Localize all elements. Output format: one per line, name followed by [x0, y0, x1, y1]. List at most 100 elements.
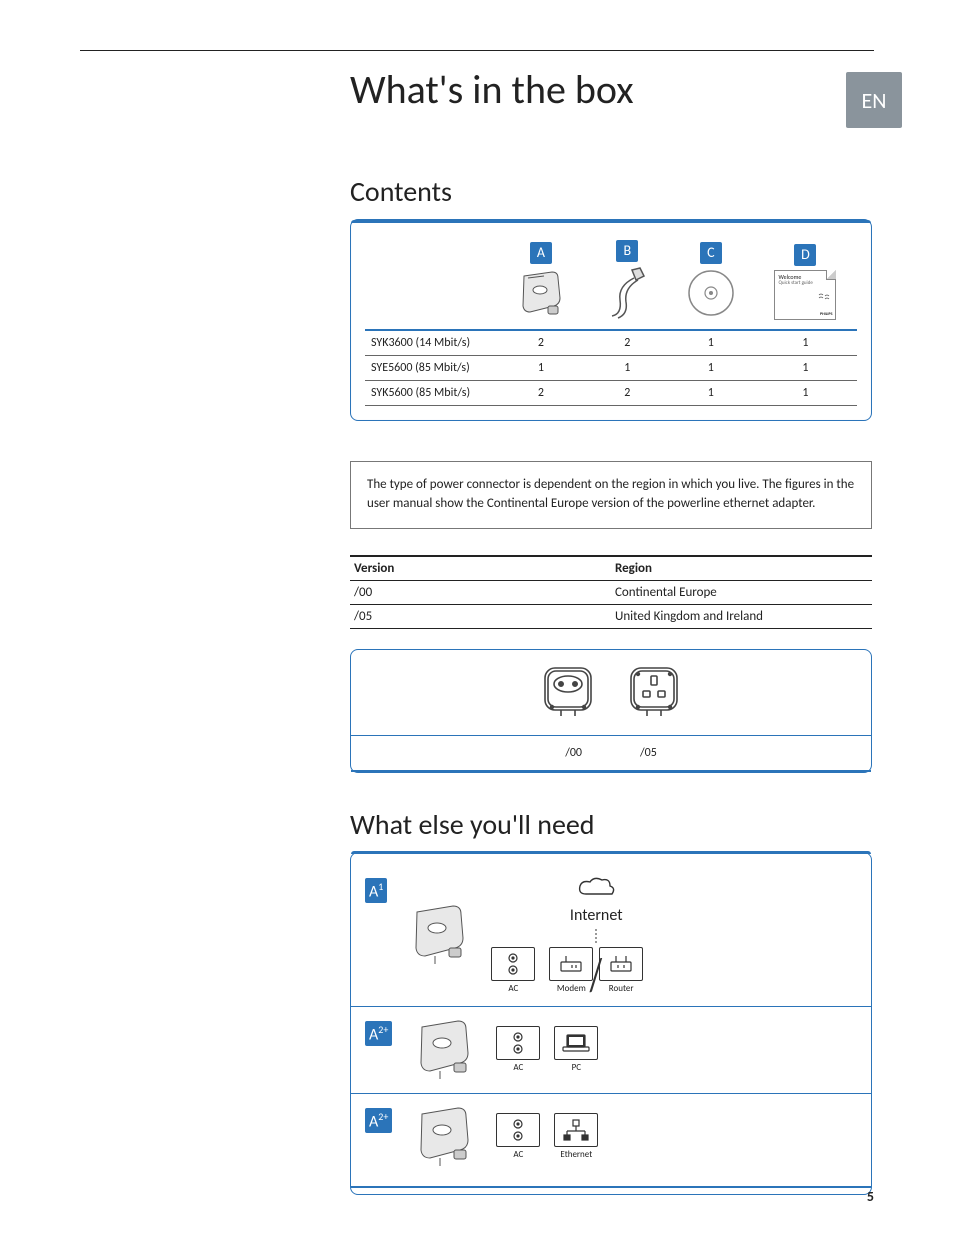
badge-b: B	[616, 240, 638, 262]
section-whatelse-heading: What else you'll need	[350, 807, 872, 842]
ac-outlet-icon: AC	[496, 1113, 540, 1160]
contents-table: A B	[365, 235, 857, 406]
badge-a2b: A2+	[365, 1108, 392, 1133]
contents-header-row: A B	[365, 235, 857, 330]
cell: 1	[495, 356, 587, 381]
needs-row-a1: A1 AC Internet	[365, 864, 857, 1006]
row-label: SYK5600 (85 Mbit/s)	[365, 381, 495, 406]
ac-label: AC	[513, 1062, 523, 1073]
page: What's in the box EN Contents A	[0, 0, 954, 1235]
modem-icon: Modem	[549, 947, 593, 994]
cell: 2	[587, 330, 668, 356]
language-tab: EN	[846, 72, 902, 128]
cell: 1	[668, 381, 754, 406]
col-a: A	[495, 235, 587, 330]
cell: /05	[350, 604, 611, 628]
internet-cloud-icon	[576, 876, 616, 902]
table-row: /00 Continental Europe	[350, 580, 872, 604]
plug-eu-icon	[539, 664, 597, 720]
version-header-row: Version Region	[350, 556, 872, 581]
adapter-icon	[412, 1106, 476, 1168]
cell: 1	[754, 330, 857, 356]
cell: 2	[495, 381, 587, 406]
needs-icons-eth: AC Ethernet	[496, 1113, 598, 1160]
cell: 1	[754, 356, 857, 381]
ac-outlet-icon: AC	[491, 947, 535, 994]
router-icon: Router	[599, 947, 643, 994]
table-row: SYE5600 (85 Mbit/s) 1 1 1 1	[365, 356, 857, 381]
badge-a: A	[530, 242, 552, 264]
col-d: D Welcome Quick start guide PHILIPS	[754, 235, 857, 330]
cell: 2	[495, 330, 587, 356]
cell: 2	[587, 381, 668, 406]
cd-icon	[686, 268, 736, 318]
note-box: The type of power connector is dependent…	[350, 461, 872, 529]
slash-divider: /	[590, 957, 602, 994]
card-divider	[351, 735, 871, 736]
badge-c: C	[700, 242, 722, 264]
content-column: Contents A	[350, 174, 872, 1195]
page-title: What's in the box	[350, 65, 634, 114]
plug-uk	[625, 664, 683, 725]
ac-label: AC	[508, 983, 518, 994]
cell: 1	[668, 330, 754, 356]
cell: 1	[587, 356, 668, 381]
qsg-brand: PHILIPS	[820, 313, 833, 317]
cell: /00	[350, 580, 611, 604]
plug-eu-label: /00	[565, 746, 582, 760]
adapter-icon	[412, 1019, 476, 1081]
cell: United Kingdom and Ireland	[611, 604, 872, 628]
card-accent-bottom	[351, 770, 871, 772]
section-contents-heading: Contents	[350, 174, 872, 209]
plug-uk-label: /05	[640, 746, 657, 760]
adapter-icon	[407, 904, 471, 966]
version-header: Version	[350, 556, 611, 581]
version-table: Version Region /00 Continental Europe /0…	[350, 555, 872, 629]
modem-label: Modem	[557, 983, 586, 994]
ethernet-icon: Ethernet	[554, 1113, 598, 1160]
row-label: SYK3600 (14 Mbit/s)	[365, 330, 495, 356]
card-accent	[351, 220, 871, 223]
dotted-line-icon	[593, 929, 599, 943]
plug-eu	[539, 664, 597, 725]
needs-card: A1 AC Internet	[350, 852, 872, 1195]
internet-label: Internet	[570, 906, 623, 925]
pc-icon: PC	[554, 1026, 598, 1073]
plug-label-row: /00 /05	[365, 740, 857, 760]
needs-row-a2-eth: A2+ AC	[365, 1094, 857, 1180]
badge-a1: A1	[365, 878, 387, 903]
cell: 1	[668, 356, 754, 381]
header-row: What's in the box	[80, 65, 874, 114]
table-row: SYK5600 (85 Mbit/s) 2 2 1 1	[365, 381, 857, 406]
cell: Continental Europe	[611, 580, 872, 604]
qsg-line2: Quick start guide	[778, 281, 832, 287]
col-c: C	[668, 235, 754, 330]
ac-outlet-icon: AC	[496, 1026, 540, 1073]
plug-row	[365, 664, 857, 725]
badge-a2: A2+	[365, 1021, 392, 1046]
needs-icons-pc: AC PC	[496, 1026, 598, 1073]
router-label: Router	[609, 983, 634, 994]
plug-uk-icon	[625, 664, 683, 720]
card-accent-bottom	[351, 1186, 871, 1188]
contents-card: A B	[350, 219, 872, 421]
plug-card: /00 /05	[350, 649, 872, 773]
adapter-icon	[514, 268, 568, 318]
ac-label: AC	[513, 1149, 523, 1160]
col-b: B	[587, 235, 668, 330]
card-accent	[351, 851, 871, 854]
needs-row-a2-pc: A2+ AC PC	[365, 1007, 857, 1093]
badge-d: D	[794, 244, 816, 266]
cable-icon	[604, 266, 650, 320]
quickstart-card-icon: Welcome Quick start guide PHILIPS	[774, 270, 836, 320]
page-number: 5	[867, 1188, 874, 1205]
internet-group: Internet Modem / Router	[549, 876, 643, 994]
needs-icons-a1: AC Internet Modem /	[491, 876, 643, 994]
region-header: Region	[611, 556, 872, 581]
top-rule	[80, 50, 874, 51]
row-label: SYE5600 (85 Mbit/s)	[365, 356, 495, 381]
qsg-wave-icon	[817, 289, 831, 303]
table-row: /05 United Kingdom and Ireland	[350, 604, 872, 628]
table-row: SYK3600 (14 Mbit/s) 2 2 1 1	[365, 330, 857, 356]
pc-label: PC	[572, 1062, 581, 1073]
